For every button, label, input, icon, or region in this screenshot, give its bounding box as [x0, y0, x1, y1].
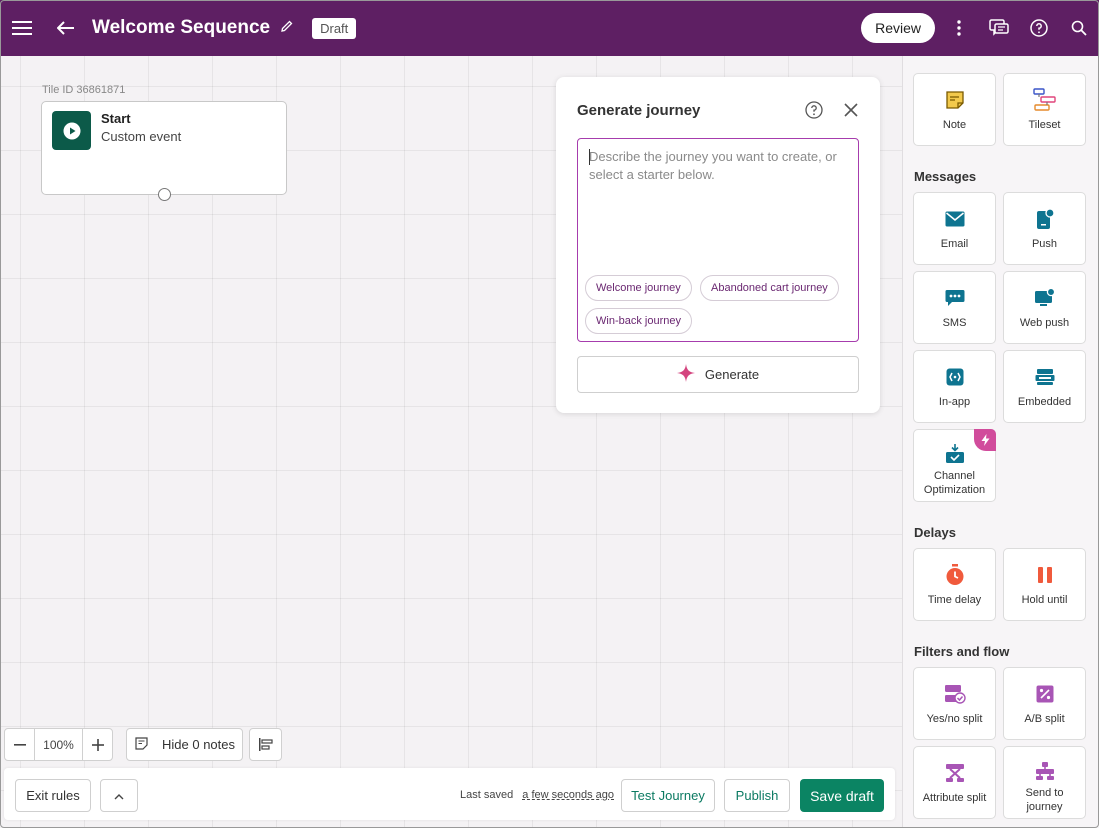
component-label: Embedded: [1017, 396, 1072, 408]
hide-notes-button[interactable]: Hide 0 notes: [126, 728, 243, 761]
bottom-toolbar: Exit rules Last saved a few seconds ago …: [4, 768, 895, 820]
component-in-app[interactable]: In-app: [913, 350, 996, 423]
attribute-split-icon: [945, 761, 965, 785]
component-label: SMS: [942, 317, 967, 329]
component-label: Web push: [1019, 317, 1070, 329]
pause-icon: [1037, 563, 1053, 587]
embedded-icon: [1035, 365, 1055, 389]
journey-description-input[interactable]: Describe the journey you want to create,…: [577, 138, 859, 342]
input-placeholder: Describe the journey you want to create,…: [589, 149, 837, 182]
menu-icon[interactable]: [2, 8, 42, 48]
expand-panel-button[interactable]: [100, 779, 138, 812]
section-title-filters: Filters and flow: [914, 644, 1010, 659]
component-label: Note: [942, 119, 967, 131]
tile-id-label: Tile ID 36861871: [42, 84, 126, 96]
components-sidebar: Note Tileset Messages Email Push SMS Web…: [902, 56, 1099, 828]
component-send-to-journey[interactable]: Send to journey: [1003, 746, 1086, 819]
component-embedded[interactable]: Embedded: [1003, 350, 1086, 423]
zoom-level: 100%: [34, 729, 83, 760]
email-icon: [945, 207, 965, 231]
note-outline-icon: [135, 736, 148, 753]
component-tileset[interactable]: Tileset: [1003, 73, 1086, 146]
component-hold-until[interactable]: Hold until: [1003, 548, 1086, 621]
zoom-out-icon[interactable]: [5, 729, 34, 760]
sparkle-icon: [676, 364, 695, 385]
lightning-badge-icon: [974, 429, 996, 451]
publish-button[interactable]: Publish: [724, 779, 790, 812]
connector-handle[interactable]: [158, 188, 171, 201]
component-label: Push: [1031, 238, 1058, 250]
more-options-icon[interactable]: [939, 8, 979, 48]
component-yes-no-split[interactable]: Yes/no split: [913, 667, 996, 740]
close-icon[interactable]: [843, 102, 859, 118]
component-label: Email: [940, 238, 969, 250]
last-saved-prefix: Last saved: [460, 789, 514, 801]
hide-notes-label: Hide 0 notes: [162, 737, 235, 752]
generate-label: Generate: [704, 367, 760, 382]
start-tile-title: Start: [101, 111, 131, 126]
component-label: Hold until: [1021, 594, 1068, 606]
component-web-push[interactable]: Web push: [1003, 271, 1086, 344]
search-icon[interactable]: [1059, 8, 1099, 48]
component-attribute-split[interactable]: Attribute split: [913, 746, 996, 819]
status-badge: Draft: [312, 17, 357, 39]
section-title-messages: Messages: [914, 169, 977, 184]
component-label: Channel Optimization: [923, 470, 986, 496]
component-label: Tileset: [1028, 119, 1061, 131]
exit-rules-button[interactable]: Exit rules: [15, 779, 91, 812]
generate-button[interactable]: Generate: [577, 356, 859, 393]
push-icon: [1036, 207, 1054, 231]
in-app-icon: [946, 365, 964, 389]
review-button[interactable]: Review: [861, 13, 935, 43]
edit-title-icon[interactable]: [280, 19, 294, 38]
send-to-journey-icon: [1035, 759, 1055, 783]
component-time-delay[interactable]: Time delay: [913, 548, 996, 621]
component-label: Send to journey: [1025, 787, 1064, 813]
start-tile[interactable]: Start Custom event: [41, 101, 287, 201]
timer-icon: [945, 563, 965, 587]
yes-no-split-icon: [944, 682, 966, 706]
chevron-up-icon: [114, 788, 124, 803]
component-label: In-app: [938, 396, 971, 408]
starter-chip-win-back[interactable]: Win-back journey: [585, 308, 692, 334]
channel-optimization-icon: [945, 442, 965, 466]
test-journey-button[interactable]: Test Journey: [621, 779, 715, 812]
page-title: Welcome Sequence: [92, 17, 271, 38]
component-email[interactable]: Email: [913, 192, 996, 265]
back-arrow-icon[interactable]: [46, 8, 86, 48]
generate-journey-panel: Generate journey Describe the journey yo…: [556, 77, 880, 413]
help-icon[interactable]: [1019, 8, 1059, 48]
component-label: Attribute split: [922, 792, 987, 804]
web-push-icon: [1034, 286, 1056, 310]
component-channel-optimization[interactable]: Channel Optimization: [913, 429, 996, 502]
play-icon: [52, 111, 91, 150]
component-note[interactable]: Note: [913, 73, 996, 146]
component-label: A/B split: [1024, 713, 1065, 725]
align-icon[interactable]: [249, 728, 282, 761]
zoom-controls: 100%: [4, 728, 113, 761]
component-ab-split[interactable]: A/B split: [1003, 667, 1086, 740]
component-label: Time delay: [927, 594, 982, 606]
starter-chip-welcome[interactable]: Welcome journey: [585, 275, 692, 301]
note-icon: [945, 88, 965, 112]
tileset-icon: [1032, 88, 1057, 112]
start-tile-subtitle: Custom event: [101, 129, 182, 144]
last-saved-time[interactable]: a few seconds ago: [522, 789, 614, 801]
sidebar-scrollbar[interactable]: [1093, 56, 1097, 828]
panel-title: Generate journey: [577, 102, 701, 119]
component-push[interactable]: Push: [1003, 192, 1086, 265]
starter-chip-abandoned-cart[interactable]: Abandoned cart journey: [700, 275, 839, 301]
sms-icon: [945, 286, 965, 310]
save-draft-button[interactable]: Save draft: [800, 779, 884, 812]
component-sms[interactable]: SMS: [913, 271, 996, 344]
help-icon[interactable]: [805, 101, 823, 119]
component-label: Yes/no split: [926, 713, 983, 725]
comments-icon[interactable]: [979, 8, 1019, 48]
section-title-delays: Delays: [914, 525, 956, 540]
zoom-in-icon[interactable]: [83, 729, 112, 760]
top-bar: Welcome Sequence Draft Review: [0, 0, 1099, 56]
ab-split-icon: [1036, 682, 1054, 706]
last-saved-status: Last saved a few seconds ago: [460, 789, 614, 801]
